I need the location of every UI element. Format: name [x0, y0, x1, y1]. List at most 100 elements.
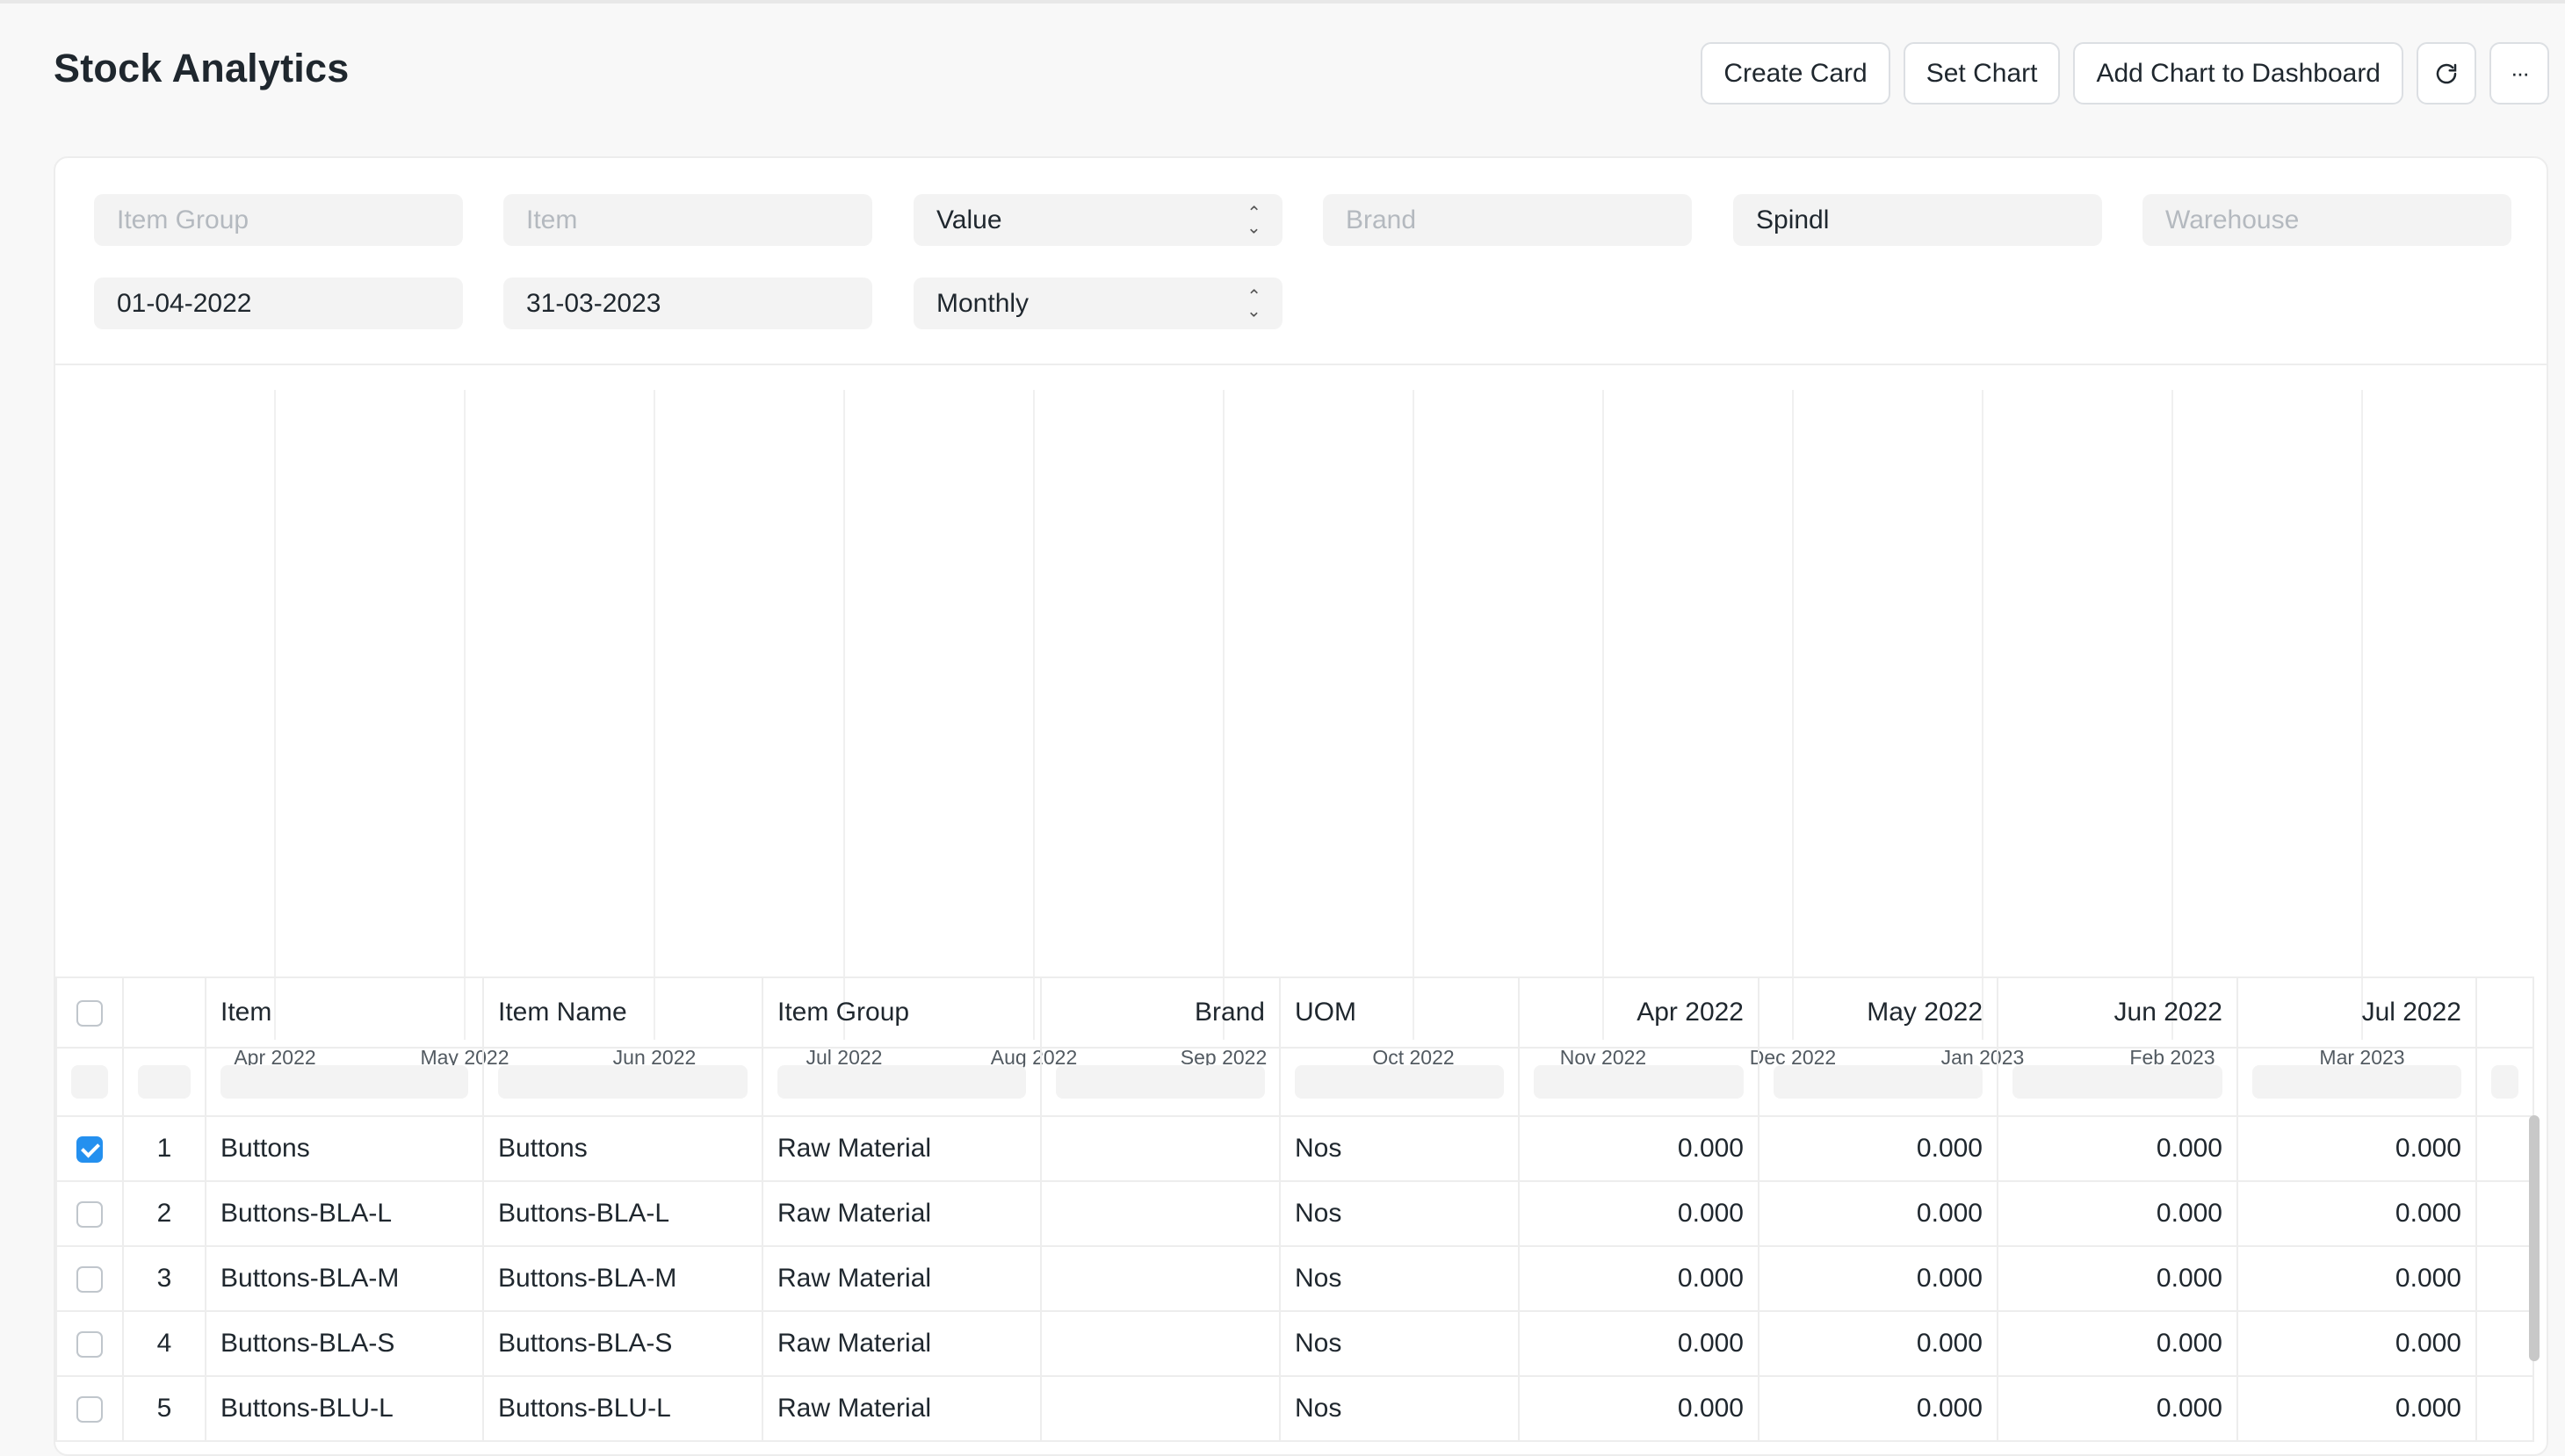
table-cell[interactable]: Buttons-BLA-S	[482, 1310, 763, 1377]
column-filter-input[interactable]	[1295, 1065, 1504, 1099]
table-cell[interactable]: Raw Material	[762, 1180, 1042, 1247]
table-cell[interactable]	[1040, 1245, 1281, 1312]
range-select[interactable]: Monthly ⌃ ⌃	[914, 278, 1282, 329]
row-checkbox[interactable]	[76, 1266, 103, 1294]
table-cell[interactable]: 0.000	[1758, 1375, 1998, 1442]
table-cell[interactable]: 0.000	[2236, 1310, 2477, 1377]
table-cell[interactable]: 0.000	[1758, 1180, 1998, 1247]
table-cell[interactable]	[1040, 1180, 1281, 1247]
table-cell[interactable]: Buttons-BLA-S	[205, 1310, 484, 1377]
column-filter-input[interactable]	[1056, 1065, 1265, 1099]
table-cell[interactable]: 0.000	[2236, 1375, 2477, 1442]
table-cell[interactable]: Buttons	[205, 1115, 484, 1182]
set-chart-button[interactable]: Set Chart	[1903, 42, 2061, 105]
table-cell[interactable]: Nos	[1279, 1180, 1520, 1247]
table-cell[interactable]: Nos	[1279, 1310, 1520, 1377]
refresh-button[interactable]	[2417, 42, 2476, 105]
column-filter-input[interactable]	[71, 1065, 108, 1099]
table-cell[interactable]: 0.000	[1758, 1310, 1998, 1377]
select-all-checkbox[interactable]	[76, 1000, 103, 1027]
table-cell[interactable]: Buttons-BLU-L	[482, 1375, 763, 1442]
to-date-field[interactable]: 31-03-2023	[503, 278, 872, 329]
table-cell[interactable]: Buttons-BLA-M	[482, 1245, 763, 1312]
add-chart-to-dashboard-button[interactable]: Add Chart to Dashboard	[2073, 42, 2403, 105]
table-cell[interactable]: 0.000	[1518, 1180, 1759, 1247]
column-filter-input[interactable]	[2491, 1065, 2518, 1099]
company-filter[interactable]: Spindl	[1733, 194, 2102, 246]
table-cell[interactable]: Buttons-BLA-L	[205, 1180, 484, 1247]
column-filter-input[interactable]	[1534, 1065, 1744, 1099]
table-cell[interactable]: Buttons-BLA-L	[482, 1180, 763, 1247]
column-filter-input[interactable]	[220, 1065, 468, 1099]
table-cell[interactable]: 0.000	[1518, 1245, 1759, 1312]
table-cell[interactable]: 0.000	[2236, 1180, 2477, 1247]
table-cell[interactable]: Buttons-BLU-L	[205, 1375, 484, 1442]
filter-cell	[122, 1047, 206, 1117]
select-all-cell	[55, 977, 124, 1049]
column-filter-input[interactable]	[498, 1065, 748, 1099]
column-filter-input[interactable]	[2252, 1065, 2461, 1099]
overflow-cell	[2475, 1180, 2534, 1247]
table-cell[interactable]: Nos	[1279, 1375, 1520, 1442]
table-cell[interactable]: Raw Material	[762, 1115, 1042, 1182]
table-cell[interactable]: Raw Material	[762, 1375, 1042, 1442]
table-cell[interactable]: 0.000	[2236, 1115, 2477, 1182]
filter-cell	[762, 1047, 1042, 1117]
table-cell[interactable]: 0.000	[1758, 1115, 1998, 1182]
column-filter-input[interactable]	[138, 1065, 191, 1099]
filter-cell	[1040, 1047, 1281, 1117]
table-cell[interactable]: Nos	[1279, 1245, 1520, 1312]
table-row[interactable]: 2 Buttons-BLA-L Buttons-BLA-L Raw Material N…	[55, 1180, 2534, 1247]
table-cell[interactable]: 0.000	[1997, 1375, 2238, 1442]
table-row[interactable]: 4 Buttons-BLA-S Buttons-BLA-S Raw Material N…	[55, 1310, 2534, 1377]
table-row[interactable]: 1 Buttons Buttons Raw Material Nos 0.000 0.000…	[55, 1115, 2534, 1182]
row-checkbox[interactable]	[76, 1331, 103, 1359]
table-cell[interactable]	[1040, 1310, 1281, 1377]
table-cell[interactable]: Buttons	[482, 1115, 763, 1182]
table-cell[interactable]: 0.000	[1518, 1115, 1759, 1182]
item-group-filter[interactable]: Item Group	[94, 194, 463, 246]
column-header-jun-2022[interactable]: Jun 2022	[1997, 977, 2238, 1049]
from-date-field[interactable]: 01-04-2022	[94, 278, 463, 329]
row-checkbox[interactable]	[76, 1136, 103, 1164]
table-row[interactable]: 5 Buttons-BLU-L Buttons-BLU-L Raw Material N…	[55, 1375, 2534, 1442]
table-cell[interactable]: 0.000	[1997, 1180, 2238, 1247]
table-scrollbar[interactable]	[2529, 1115, 2540, 1361]
more-options-button[interactable]: ···	[2489, 42, 2549, 105]
table-header-row: Item Item Name Item Group Brand UOM Apr …	[55, 977, 2534, 1049]
column-filter-input[interactable]	[1774, 1065, 1983, 1099]
table-cell[interactable]: 0.000	[2236, 1245, 2477, 1312]
table-cell[interactable]	[1040, 1375, 1281, 1442]
table-cell[interactable]: 0.000	[1997, 1245, 2238, 1312]
column-filter-input[interactable]	[777, 1065, 1026, 1099]
column-header-jul-2022[interactable]: Jul 2022	[2236, 977, 2477, 1049]
column-header-uom[interactable]: UOM	[1279, 977, 1520, 1049]
column-header-item[interactable]: Item	[205, 977, 484, 1049]
table-cell[interactable]: 0.000	[1997, 1115, 2238, 1182]
table-cell[interactable]	[1040, 1115, 1281, 1182]
item-filter[interactable]: Item	[503, 194, 872, 246]
column-header-item-name[interactable]: Item Name	[482, 977, 763, 1049]
column-header-brand[interactable]: Brand	[1040, 977, 1281, 1049]
table-cell[interactable]: Nos	[1279, 1115, 1520, 1182]
table-cell[interactable]: 0.000	[1758, 1245, 1998, 1312]
table-cell[interactable]: Buttons-BLA-M	[205, 1245, 484, 1312]
column-filter-input[interactable]	[2012, 1065, 2222, 1099]
select-caret-icon: ⌃ ⌃	[1246, 287, 1261, 319]
table-cell[interactable]: 0.000	[1997, 1310, 2238, 1377]
row-checkbox[interactable]	[76, 1201, 103, 1229]
column-header-may-2022[interactable]: May 2022	[1758, 977, 1998, 1049]
value-type-select[interactable]: Value ⌃ ⌃	[914, 194, 1282, 246]
table-row[interactable]: 3 Buttons-BLA-M Buttons-BLA-M Raw Material N…	[55, 1245, 2534, 1312]
brand-filter[interactable]: Brand	[1323, 194, 1692, 246]
table-cell[interactable]: 0.000	[1518, 1375, 1759, 1442]
filter-cell	[55, 1047, 124, 1117]
table-cell[interactable]: Raw Material	[762, 1310, 1042, 1377]
create-card-button[interactable]: Create Card	[1701, 42, 1890, 105]
column-header-apr-2022[interactable]: Apr 2022	[1518, 977, 1759, 1049]
table-cell[interactable]: Raw Material	[762, 1245, 1042, 1312]
table-cell[interactable]: 0.000	[1518, 1310, 1759, 1377]
row-checkbox[interactable]	[76, 1396, 103, 1424]
warehouse-filter[interactable]: Warehouse	[2142, 194, 2511, 246]
column-header-item-group[interactable]: Item Group	[762, 977, 1042, 1049]
